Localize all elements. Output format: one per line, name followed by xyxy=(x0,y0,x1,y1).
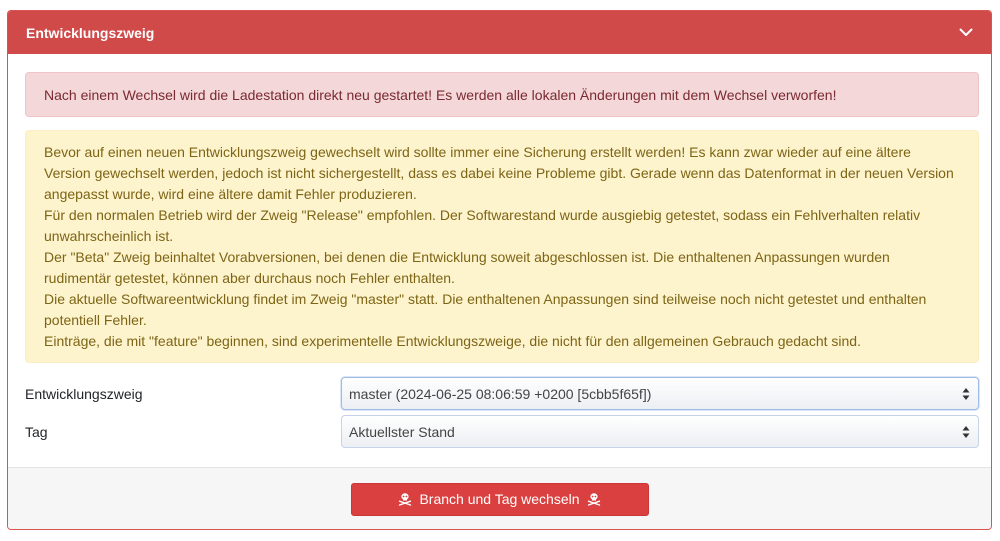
panel-title: Entwicklungszweig xyxy=(26,24,155,41)
panel-footer: Branch und Tag wechseln xyxy=(8,467,991,529)
tag-select[interactable]: Aktuellster Stand xyxy=(341,415,979,448)
danger-alert-text: Nach einem Wechsel wird die Ladestation … xyxy=(44,87,837,103)
tag-select-value: Aktuellster Stand xyxy=(349,423,455,440)
select-arrows-icon xyxy=(962,387,970,401)
branch-panel: Entwicklungszweig Nach einem Wechsel wir… xyxy=(7,10,992,530)
panel-body: Nach einem Wechsel wird die Ladestation … xyxy=(8,54,991,449)
tag-row: Tag Aktuellster Stand xyxy=(25,414,979,449)
info-paragraph: Der "Beta" Zweig beinhaltet Vorabversion… xyxy=(44,249,890,286)
info-paragraph: Bevor auf einen neuen Entwicklungszweig … xyxy=(44,144,954,202)
branch-info-alert: Bevor auf einen neuen Entwicklungszweig … xyxy=(25,130,979,363)
skull-crossbones-icon xyxy=(587,492,601,506)
panel-header[interactable]: Entwicklungszweig xyxy=(8,11,991,54)
switch-branch-button[interactable]: Branch und Tag wechseln xyxy=(350,482,649,516)
branch-label: Entwicklungszweig xyxy=(25,385,143,402)
tag-label: Tag xyxy=(25,423,48,440)
branch-row: Entwicklungszweig master (2024-06-25 08:… xyxy=(25,376,979,411)
skull-crossbones-icon xyxy=(398,492,412,506)
info-paragraph: Die aktuelle Softwareentwicklung findet … xyxy=(44,291,927,328)
branch-select-value: master (2024-06-25 08:06:59 +0200 [5cbb5… xyxy=(349,385,652,402)
restart-warning-alert: Nach einem Wechsel wird die Ladestation … xyxy=(25,72,979,117)
chevron-down-icon[interactable] xyxy=(959,26,973,40)
branch-select[interactable]: master (2024-06-25 08:06:59 +0200 [5cbb5… xyxy=(341,377,979,410)
info-paragraph: Einträge, die mit "feature" beginnen, si… xyxy=(44,333,861,349)
switch-branch-label: Branch und Tag wechseln xyxy=(419,491,580,507)
info-paragraph: Für den normalen Betrieb wird der Zweig … xyxy=(44,207,921,244)
select-arrows-icon xyxy=(962,425,970,439)
